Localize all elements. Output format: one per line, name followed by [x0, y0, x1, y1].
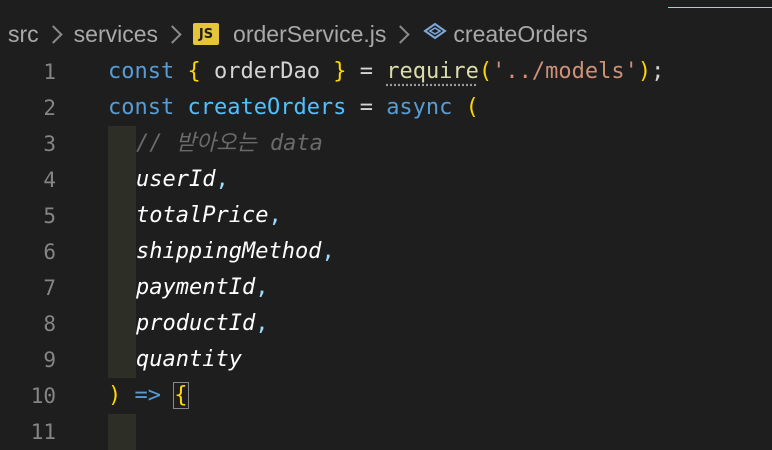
token-brace: {	[187, 59, 201, 84]
token-punctuation: ,	[321, 239, 335, 264]
code-line[interactable]: 5 totalPrice,	[0, 198, 772, 234]
token-paren: (	[478, 59, 493, 84]
token-parameter: shippingMethod	[136, 239, 322, 264]
token-string: '../models'	[492, 59, 638, 84]
code-text: shippingMethod,	[136, 234, 335, 270]
breadcrumb-item-services[interactable]: services	[74, 21, 158, 48]
code-line[interactable]: 6 shippingMethod,	[0, 234, 772, 270]
code-line[interactable]: 8 productId,	[0, 306, 772, 342]
token-punctuation: ,	[255, 275, 269, 300]
breadcrumb-symbol-label: createOrders	[453, 20, 588, 47]
token-parameter: productId	[136, 311, 256, 336]
code-text: ) => {	[108, 378, 189, 414]
token-parameter: paymentId	[136, 275, 256, 300]
token-comment: // 받아오는 data	[136, 131, 323, 156]
code-text: paymentId,	[136, 270, 268, 306]
breadcrumb-item-symbol[interactable]: createOrders	[421, 20, 588, 48]
code-text: const createOrders = async (	[108, 90, 479, 126]
token-operator: =	[359, 59, 373, 84]
chevron-right-icon	[391, 24, 411, 44]
editor-top-border	[0, 0, 772, 8]
code-line[interactable]: 2 const createOrders = async (	[0, 90, 772, 126]
code-editor[interactable]: 1 const { orderDao } = require('../model…	[0, 54, 772, 450]
code-line[interactable]: 3 // 받아오는 data	[0, 126, 772, 162]
line-number: 5	[43, 204, 56, 228]
indent-guide	[108, 342, 136, 378]
line-number: 2	[43, 96, 56, 120]
token-punctuation: ,	[268, 203, 282, 228]
token-punctuation: ,	[255, 311, 269, 336]
code-line[interactable]: 7 paymentId,	[0, 270, 772, 306]
line-number: 11	[30, 420, 56, 444]
code-text: // 받아오는 data	[136, 126, 323, 162]
code-text: userId,	[136, 162, 229, 198]
line-number: 7	[43, 276, 56, 300]
token-punctuation: ,	[215, 167, 229, 192]
chevron-right-icon	[43, 24, 63, 44]
javascript-file-icon: JS	[193, 23, 220, 45]
token-brace: {	[173, 382, 189, 409]
breadcrumb-item-file[interactable]: JS orderService.js	[193, 21, 386, 48]
line-number: 3	[43, 132, 56, 156]
indent-guide	[108, 306, 136, 342]
code-line[interactable]: 10 ) => {	[0, 378, 772, 414]
token-paren: (	[465, 95, 479, 120]
token-keyword: async	[386, 95, 453, 120]
token-operator: =	[359, 95, 373, 120]
token-parameter: userId	[136, 167, 216, 192]
token-punctuation: ;	[651, 59, 665, 84]
code-text: productId,	[136, 306, 268, 342]
indent-guide	[108, 270, 136, 306]
code-line[interactable]: 1 const { orderDao } = require('../model…	[0, 54, 772, 90]
breadcrumb-file-label: orderService.js	[233, 20, 387, 47]
code-line[interactable]: 9 quantity	[0, 342, 772, 378]
token-function: require	[386, 59, 479, 84]
symbol-method-icon	[421, 20, 449, 48]
line-number: 8	[43, 312, 56, 336]
token-keyword: const	[108, 59, 175, 84]
token-paren: )	[637, 59, 652, 84]
code-text: quantity	[136, 342, 242, 378]
code-line[interactable]: 11	[0, 414, 772, 450]
chevron-right-icon	[163, 24, 182, 44]
code-text: totalPrice,	[136, 198, 282, 234]
token-parameter: quantity	[136, 347, 242, 372]
line-number: 1	[43, 60, 56, 84]
indent-guide	[108, 234, 136, 270]
line-number: 9	[43, 348, 56, 372]
breadcrumb-item-src[interactable]: src	[8, 21, 39, 48]
line-number: 6	[43, 240, 56, 264]
code-text: const { orderDao } = require('../models'…	[108, 54, 664, 90]
token-brace: }	[333, 59, 347, 84]
breadcrumb: src services JS orderService.js createOr…	[8, 14, 588, 54]
token-constant: createOrders	[187, 95, 347, 120]
token-paren: )	[108, 383, 122, 408]
indent-guide	[108, 414, 136, 450]
token-variable: orderDao	[213, 59, 320, 84]
indent-guide	[108, 126, 136, 162]
indent-guide	[108, 162, 136, 198]
token-arrow: =>	[134, 383, 162, 408]
line-number: 4	[43, 168, 56, 192]
code-line[interactable]: 4 userId,	[0, 162, 772, 198]
line-number: 10	[30, 384, 56, 408]
token-parameter: totalPrice	[136, 203, 269, 228]
indent-guide	[108, 198, 136, 234]
token-keyword: const	[108, 95, 175, 120]
